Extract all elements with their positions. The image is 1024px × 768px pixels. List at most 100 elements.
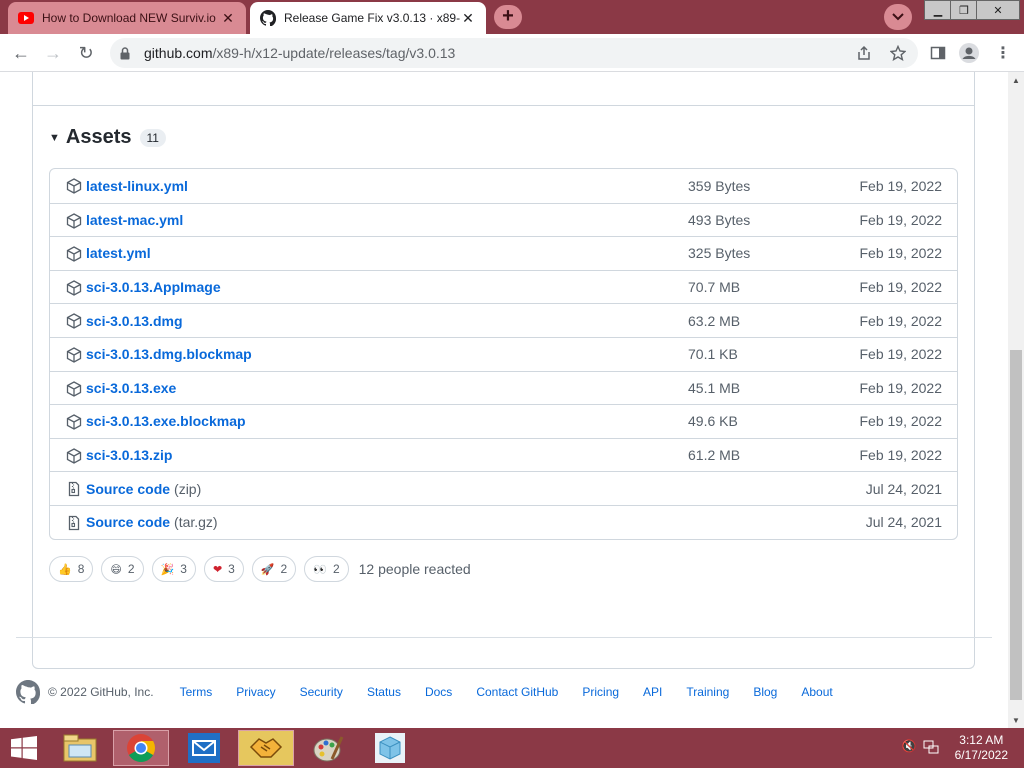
- scroll-down-arrow-icon[interactable]: ▼: [1008, 712, 1024, 728]
- asset-name: sci-3.0.13.exe: [86, 379, 177, 396]
- asset-download-link[interactable]: latest-linux.yml: [86, 178, 188, 194]
- footer-link-terms[interactable]: Terms: [180, 685, 213, 699]
- assets-header[interactable]: ▼ Assets 11: [49, 126, 166, 149]
- thumbs-up-icon: 👍: [58, 563, 72, 576]
- footer-link-security[interactable]: Security: [300, 685, 343, 699]
- window-minimize-button[interactable]: ▁: [924, 0, 952, 20]
- reaction-button[interactable]: 🎉 3: [151, 556, 196, 582]
- asset-download-link[interactable]: sci-3.0.13.zip: [86, 447, 172, 463]
- arrow-right-icon: →: [44, 42, 62, 63]
- network-icon[interactable]: [923, 739, 939, 758]
- taskbar-file-explorer[interactable]: [52, 730, 108, 766]
- taskbar-cube-app[interactable]: [362, 730, 418, 766]
- address-bar[interactable]: github.com/x89-h/x12-update/releases/tag…: [110, 38, 918, 68]
- taskbar-paint[interactable]: [300, 730, 356, 766]
- asset-date: Jul 24, 2021: [865, 480, 942, 497]
- asset-download-link[interactable]: sci-3.0.13.dmg.blockmap: [86, 346, 252, 362]
- asset-row: sci-3.0.13.exe.blockmap 49.6 KB Feb 19, 20…: [50, 404, 957, 438]
- taskbar-chrome[interactable]: [113, 730, 169, 766]
- reaction-button[interactable]: 👍 8: [49, 556, 94, 582]
- footer-link-status[interactable]: Status: [367, 685, 401, 699]
- asset-date: Feb 19, 2022: [859, 177, 942, 194]
- footer-link-privacy[interactable]: Privacy: [236, 685, 275, 699]
- clock[interactable]: 3:12 AM 6/17/2022: [955, 733, 1008, 763]
- url-host: github.com: [144, 45, 213, 61]
- asset-size: 359 Bytes: [688, 177, 751, 194]
- start-button[interactable]: [8, 734, 40, 762]
- asset-row: sci-3.0.13.dmg.blockmap 70.1 KB Feb 19, 20…: [50, 336, 957, 371]
- browser-toolbar: ← → ↻ github.com/x89-h/x12-update/releas…: [0, 34, 1024, 72]
- window-close-button[interactable]: ✕: [976, 0, 1020, 20]
- package-icon: [66, 313, 82, 330]
- github-mark-icon[interactable]: [16, 680, 41, 705]
- file-explorer-icon: [63, 734, 97, 762]
- new-tab-button[interactable]: +: [494, 5, 522, 29]
- footer-divider: [16, 637, 992, 638]
- windows-taskbar: 🔇 3:12 AM 6/17/2022: [0, 728, 1024, 768]
- asset-date: Feb 19, 2022: [859, 211, 942, 228]
- close-icon: ✕: [993, 4, 1003, 17]
- footer-link-blog[interactable]: Blog: [753, 685, 777, 699]
- tab-github-release[interactable]: Release Game Fix v3.0.13 · x89-h ✕: [250, 2, 486, 34]
- asset-date: Feb 19, 2022: [859, 379, 942, 396]
- footer-link-pricing[interactable]: Pricing: [582, 685, 619, 699]
- reaction-button[interactable]: 😄 2: [101, 556, 144, 582]
- footer-link-about[interactable]: About: [801, 685, 832, 699]
- asset-download-link[interactable]: sci-3.0.13.exe: [86, 380, 176, 396]
- package-icon: [66, 414, 82, 430]
- tab-close-icon[interactable]: ✕: [460, 10, 476, 27]
- asset-download-link[interactable]: latest-mac.yml: [86, 212, 183, 228]
- volume-muted-icon[interactable]: 🔇: [902, 739, 917, 758]
- asset-row: latest-mac.yml 493 Bytes Feb 19, 2022: [50, 202, 957, 237]
- asset-download-link[interactable]: Source code (zip): [86, 481, 201, 497]
- footer-link-contact-github[interactable]: Contact GitHub: [476, 685, 558, 699]
- footer-link-api[interactable]: API: [643, 685, 662, 699]
- package-icon: [66, 178, 82, 194]
- footer-link-docs[interactable]: Docs: [425, 685, 452, 699]
- reaction-button[interactable]: ❤ 3: [203, 556, 244, 582]
- side-panel-button[interactable]: [925, 40, 951, 66]
- asset-date: Feb 19, 2022: [859, 447, 942, 464]
- window-restore-button[interactable]: ❐: [950, 0, 978, 20]
- reaction-count: 8: [77, 562, 85, 576]
- asset-download-link[interactable]: sci-3.0.13.dmg: [86, 313, 183, 329]
- asset-name: sci-3.0.13.exe.blockmap: [86, 413, 246, 430]
- menu-button[interactable]: ⋮: [990, 40, 1016, 66]
- site-footer: © 2022 GitHub, Inc. Terms Privacy Security…: [16, 680, 992, 705]
- asset-name: Source code: [86, 480, 171, 497]
- package-icon: [66, 347, 82, 363]
- asset-row: latest-linux.yml 359 Bytes Feb 19, 2022: [50, 169, 957, 203]
- arrow-left-icon: ←: [12, 42, 30, 63]
- tab-search-button[interactable]: [884, 4, 912, 30]
- bookmark-star-icon[interactable]: [889, 44, 907, 64]
- eyes-icon: 👀: [313, 563, 327, 576]
- asset-download-link[interactable]: sci-3.0.13.exe.blockmap: [86, 413, 246, 429]
- reload-button[interactable]: ↻: [73, 40, 99, 66]
- tab-youtube[interactable]: How to Download NEW Surviv.io ✕: [8, 2, 246, 34]
- asset-download-link[interactable]: latest.yml: [86, 245, 151, 261]
- asset-download-link[interactable]: sci-3.0.13.AppImage: [86, 279, 221, 295]
- profile-button[interactable]: [956, 40, 982, 66]
- restore-icon: ❐: [959, 4, 969, 17]
- reaction-button[interactable]: 🚀 2: [251, 556, 297, 582]
- asset-name: sci-3.0.13.dmg.blockmap: [86, 346, 252, 363]
- vertical-scrollbar[interactable]: ▲ ▼: [1008, 72, 1024, 728]
- footer-link-training[interactable]: Training: [686, 685, 729, 699]
- taskbar-mail[interactable]: [176, 730, 232, 766]
- scrollbar-thumb[interactable]: [1010, 350, 1022, 700]
- back-button[interactable]: ←: [8, 40, 34, 66]
- asset-format: (zip): [174, 480, 202, 497]
- cube-icon: [375, 733, 405, 763]
- file-zip-icon: [66, 515, 82, 531]
- asset-date: Feb 19, 2022: [859, 279, 942, 296]
- reaction-button[interactable]: 👀 2: [304, 556, 349, 582]
- caret-down-icon: ▼: [49, 131, 60, 144]
- asset-download-link[interactable]: Source code (tar.gz): [86, 514, 218, 530]
- share-icon[interactable]: [856, 45, 872, 64]
- taskbar-handshake-app[interactable]: [238, 730, 294, 766]
- asset-row: Source code (zip) Jul 24, 2021: [50, 471, 957, 505]
- tab-close-icon[interactable]: ✕: [220, 10, 236, 27]
- asset-format: (tar.gz): [174, 514, 218, 531]
- forward-button[interactable]: →: [40, 40, 66, 66]
- scroll-up-arrow-icon[interactable]: ▲: [1008, 72, 1024, 88]
